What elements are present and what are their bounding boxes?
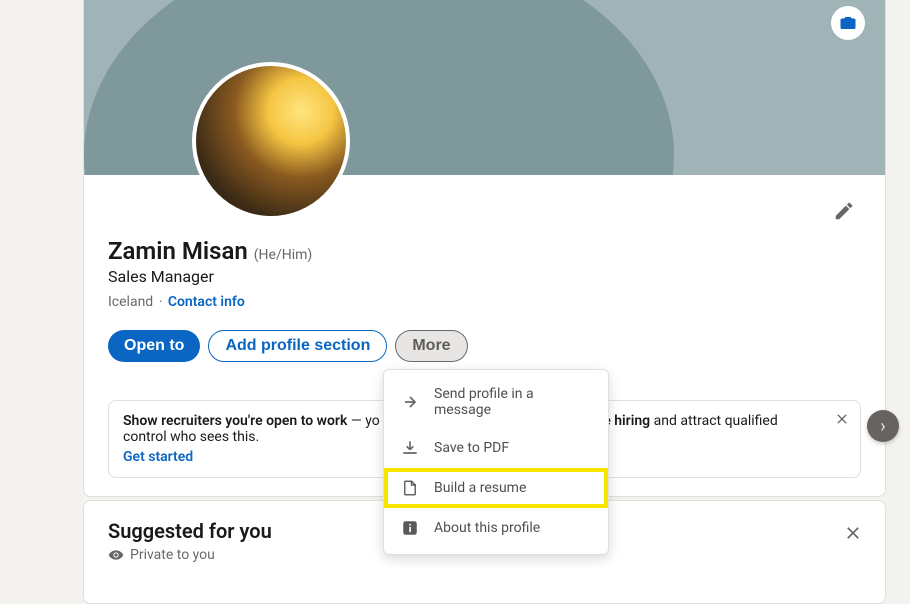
contact-info-link[interactable]: Contact info xyxy=(168,294,245,310)
info-icon xyxy=(400,518,420,538)
open-card-bold: Show recruiters you're open to work xyxy=(123,413,347,429)
open-card-suffix-bold: e hiring xyxy=(603,413,650,429)
send-profile-item[interactable]: Send profile in a message xyxy=(384,376,608,428)
carousel-next-button[interactable]: › xyxy=(867,410,899,442)
dismiss-open-card-button[interactable] xyxy=(834,411,850,427)
banner-shape xyxy=(84,0,674,175)
profile-headline: Sales Manager xyxy=(108,267,861,286)
camera-icon xyxy=(839,14,857,32)
profile-name: Zamin Misan xyxy=(108,237,248,265)
profile-avatar[interactable] xyxy=(192,62,350,220)
edit-profile-button[interactable] xyxy=(828,195,860,227)
open-card-mid: — yo xyxy=(347,413,379,429)
profile-pronouns: (He/Him) xyxy=(254,247,313,263)
about-profile-item[interactable]: About this profile xyxy=(384,508,608,548)
edit-banner-button[interactable] xyxy=(831,6,865,40)
build-resume-item[interactable]: Build a resume xyxy=(384,468,608,508)
send-icon xyxy=(400,392,420,412)
close-icon xyxy=(843,523,863,543)
profile-actions: Open to Add profile section More xyxy=(108,330,861,362)
more-dropdown: Send profile in a message Save to PDF Bu… xyxy=(383,369,609,555)
dropdown-item-label: About this profile xyxy=(434,520,540,536)
chevron-right-icon: › xyxy=(880,416,885,437)
more-button[interactable]: More xyxy=(395,330,467,362)
document-icon xyxy=(400,478,420,498)
profile-info: Zamin Misan (He/Him) Sales Manager Icela… xyxy=(84,175,885,382)
dismiss-suggested-button[interactable] xyxy=(843,523,863,543)
close-icon xyxy=(834,411,850,427)
open-to-button[interactable]: Open to xyxy=(108,330,200,362)
pencil-icon xyxy=(833,200,855,222)
dropdown-item-label: Save to PDF xyxy=(434,440,509,456)
get-started-link[interactable]: Get started xyxy=(123,449,193,465)
suggested-private-label: Private to you xyxy=(130,547,215,563)
dropdown-item-label: Build a resume xyxy=(434,480,526,496)
profile-location: Iceland xyxy=(108,294,153,310)
dropdown-item-label: Send profile in a message xyxy=(434,386,592,418)
location-row: Iceland · Contact info xyxy=(108,294,861,310)
eye-icon xyxy=(108,547,124,563)
add-profile-section-button[interactable]: Add profile section xyxy=(208,330,387,362)
download-icon xyxy=(400,438,420,458)
save-to-pdf-item[interactable]: Save to PDF xyxy=(384,428,608,468)
